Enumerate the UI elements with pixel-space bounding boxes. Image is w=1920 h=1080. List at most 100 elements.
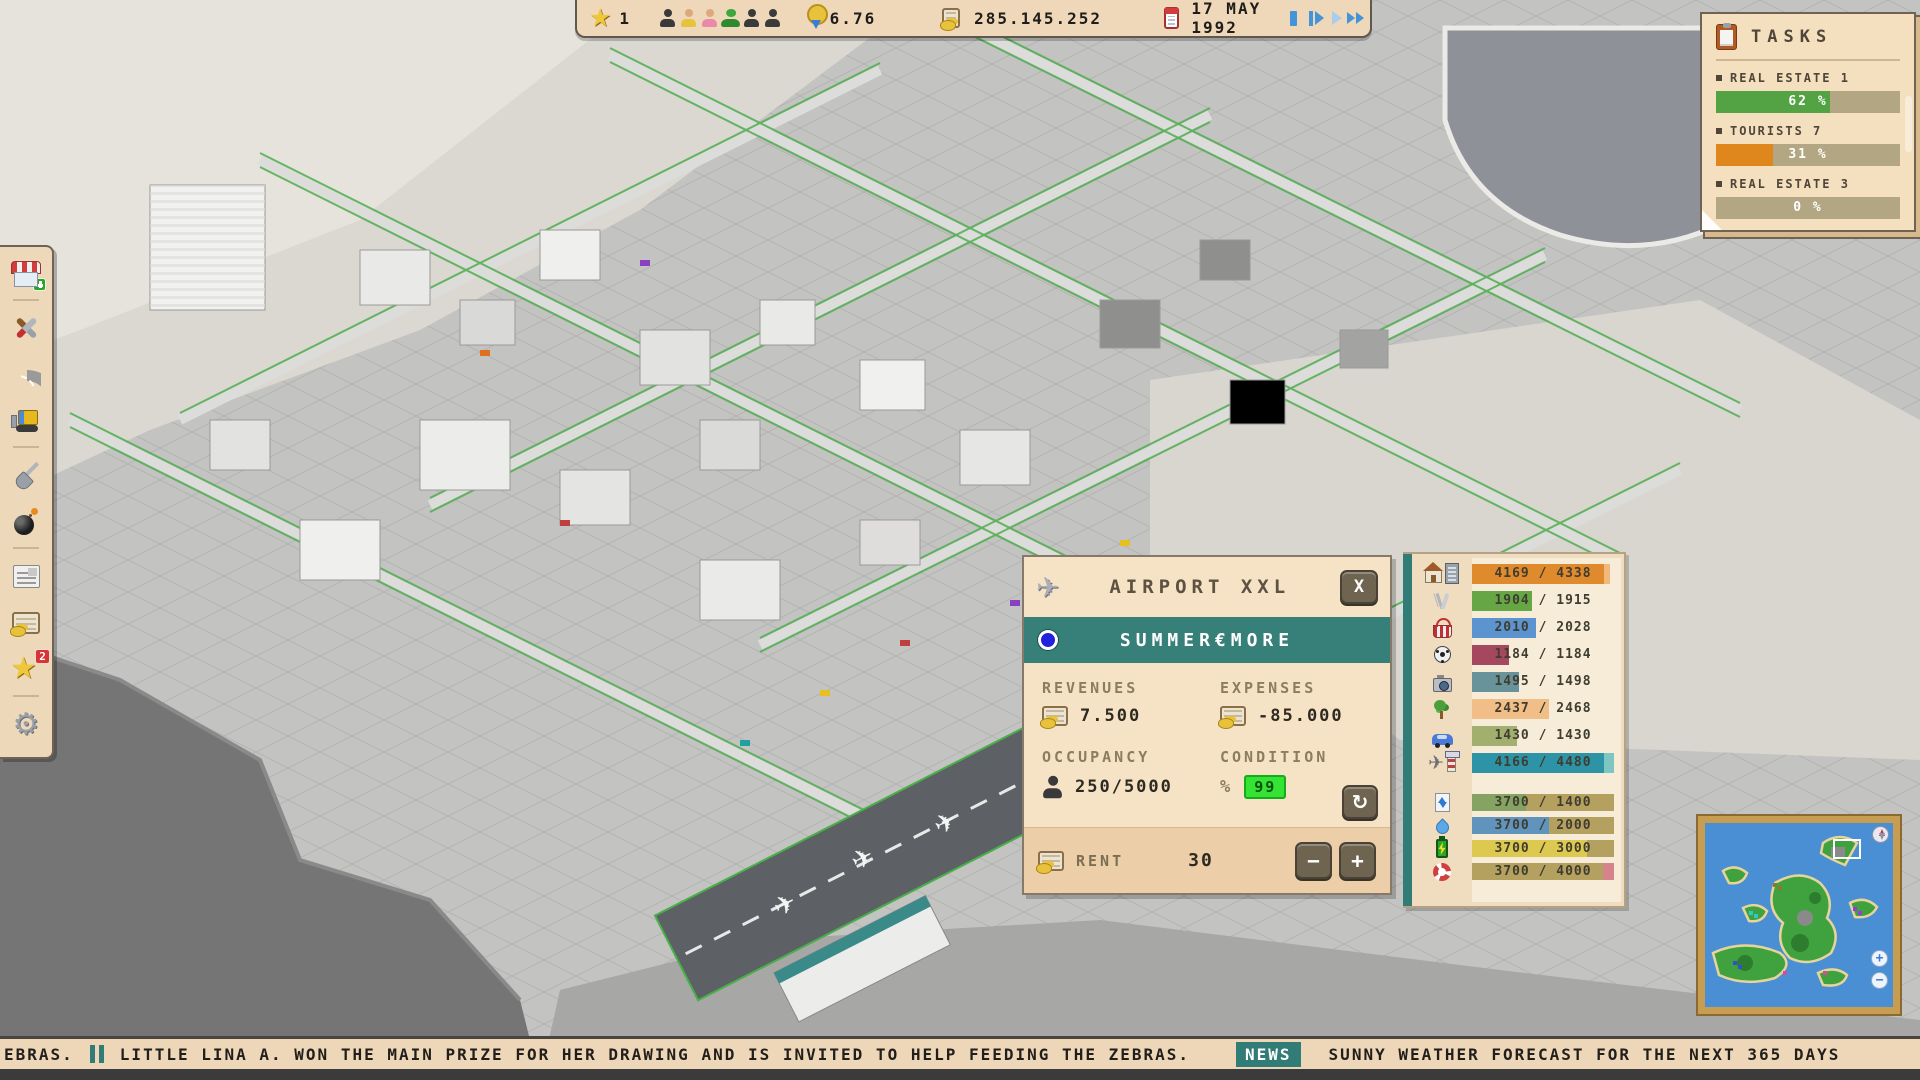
minimap[interactable]: + − [1698, 816, 1900, 1014]
build-shop-button[interactable] [9, 259, 43, 288]
city-stats-panel: 4169 / 4338 1904 / 1915 2010 / 2028 1184… [1403, 552, 1626, 908]
scroll-indicator[interactable] [1905, 96, 1912, 152]
service-row-garbage[interactable]: 3700 / 1400 [1412, 791, 1619, 814]
revenues-label: REVENUES [1042, 679, 1220, 697]
company-name: SUMMER€MORE [1058, 630, 1356, 651]
population-groups [657, 9, 783, 27]
terrain-button[interactable] [9, 461, 43, 490]
person-dark-icon [765, 9, 780, 27]
compass-icon [1872, 826, 1889, 843]
person-dark-icon [660, 9, 675, 27]
soccer-ball-icon [1434, 646, 1451, 663]
gear-icon [13, 710, 40, 740]
close-button[interactable]: X [1340, 570, 1378, 604]
service-value: 3700 / 4000 [1472, 863, 1614, 880]
task-item[interactable]: REAL ESTATE 1 62 % [1716, 71, 1900, 113]
play-button[interactable] [1328, 10, 1339, 27]
clipboard-icon [1716, 24, 1737, 50]
building-dialog: ✈ AIRPORT XXL X SUMMER€MORE REVENUES EXP… [1022, 555, 1392, 895]
tools-button[interactable] [9, 314, 43, 343]
task-item[interactable]: TOURISTS 7 31 % [1716, 124, 1900, 166]
panel-edge [1403, 554, 1412, 906]
achievements-button[interactable]: 2 [9, 654, 43, 684]
page-curl [1702, 210, 1722, 230]
level-star-icon [589, 5, 611, 31]
shopping-basket-icon [1433, 625, 1452, 638]
task-percent: 62 % [1716, 91, 1900, 113]
stat-row-shopping[interactable]: 2010 / 2028 [1412, 614, 1619, 641]
stat-row-housing[interactable]: 4169 / 4338 [1412, 560, 1619, 587]
money-icon [1038, 851, 1064, 871]
bulldozer-icon [11, 408, 41, 433]
frog-icon [721, 9, 740, 27]
task-progress: 0 % [1716, 197, 1900, 219]
percent-sign: % [1220, 777, 1232, 797]
finances-icon [12, 612, 40, 634]
food-icon [1432, 591, 1452, 611]
ticker-message: LITTLE LINA A. WON THE MAIN PRIZE FOR HE… [120, 1045, 1190, 1064]
renovate-button[interactable]: ↻ [1342, 785, 1378, 819]
minimap-viewport-rect[interactable] [1833, 839, 1861, 859]
stat-row-airport[interactable]: 4166 / 4480 [1412, 749, 1619, 776]
rent-section: RENT 30 − + [1024, 827, 1390, 893]
lifebuoy-icon [1433, 863, 1451, 881]
airport-tower-icon [1447, 753, 1456, 772]
minimap-zoom-out-button[interactable]: − [1871, 972, 1888, 989]
rent-decrease-button[interactable]: − [1295, 842, 1332, 879]
house-icon [1425, 570, 1442, 583]
stat-value: 1495 / 1498 [1472, 672, 1614, 692]
divider [1716, 59, 1900, 61]
divider [13, 547, 39, 549]
service-row-water[interactable]: 3700 / 2000 [1412, 814, 1619, 837]
stat-row-tourism[interactable]: 1495 / 1498 [1412, 668, 1619, 695]
ticker-message-2: SUNNY WEATHER FORECAST FOR THE NEXT 365 … [1329, 1045, 1841, 1064]
rent-increase-button[interactable]: + [1339, 842, 1376, 879]
date-value: 17 MAY 1992 [1191, 0, 1272, 37]
task-percent: 31 % [1716, 144, 1900, 166]
plane-icon: ✈ [1036, 571, 1059, 604]
car-icon [1432, 734, 1453, 745]
money-icon [1042, 706, 1068, 726]
ticker-separator [90, 1045, 104, 1063]
task-percent: 0 % [1716, 197, 1900, 219]
newspaper-button[interactable] [9, 562, 43, 591]
company-dot-icon [1038, 630, 1058, 650]
fast-forward-button[interactable] [1347, 10, 1358, 27]
stat-value: 1430 / 1430 [1472, 726, 1614, 746]
rent-label: RENT [1076, 852, 1124, 870]
ticker-base [0, 1069, 1920, 1080]
occupancy-person-icon [1043, 776, 1062, 799]
service-row-rescue[interactable]: 3700 / 4000 [1412, 860, 1619, 883]
bulldozer-button[interactable] [9, 406, 43, 435]
finances-button[interactable] [9, 608, 43, 637]
stat-row-sports[interactable]: 1184 / 1184 [1412, 641, 1619, 668]
task-item[interactable]: REAL ESTATE 3 0 % [1716, 177, 1900, 219]
minimap-view [1705, 823, 1893, 1007]
minimap-zoom-in-button[interactable]: + [1871, 950, 1888, 967]
newspaper-icon [13, 565, 40, 588]
step-day-button[interactable] [1308, 10, 1319, 27]
stat-value: 1184 / 1184 [1472, 645, 1614, 665]
expenses-label: EXPENSES [1220, 679, 1316, 697]
tasks-title: TASKS [1751, 27, 1832, 47]
task-label: REAL ESTATE 3 [1716, 177, 1900, 191]
ticker-fragment: EBRAS. [4, 1045, 74, 1064]
road-button[interactable] [9, 360, 43, 389]
demolish-button[interactable] [9, 507, 43, 536]
stat-value: 4166 / 4480 [1472, 753, 1614, 773]
plane-icon [1428, 752, 1444, 774]
condition-badge: 99 [1244, 775, 1286, 799]
service-row-power[interactable]: 3700 / 3000 [1412, 837, 1619, 860]
stat-value: 2437 / 2468 [1472, 699, 1614, 719]
divider [13, 695, 39, 697]
stat-row-parks[interactable]: 2437 / 2468 [1412, 695, 1619, 722]
stat-row-food[interactable]: 1904 / 1915 [1412, 587, 1619, 614]
settings-button[interactable] [9, 710, 43, 740]
garbage-transfer-icon [1435, 793, 1450, 812]
city-viewport[interactable]: ✈ ✈ ✈ [0, 0, 1920, 1080]
person-yellow-icon [681, 9, 696, 27]
pause-button[interactable] [1288, 10, 1299, 27]
stat-row-traffic[interactable]: 1430 / 1430 [1412, 722, 1619, 749]
dialog-title: AIRPORT XXL [1059, 576, 1340, 598]
occupancy-value: 250/5000 [1075, 777, 1173, 797]
